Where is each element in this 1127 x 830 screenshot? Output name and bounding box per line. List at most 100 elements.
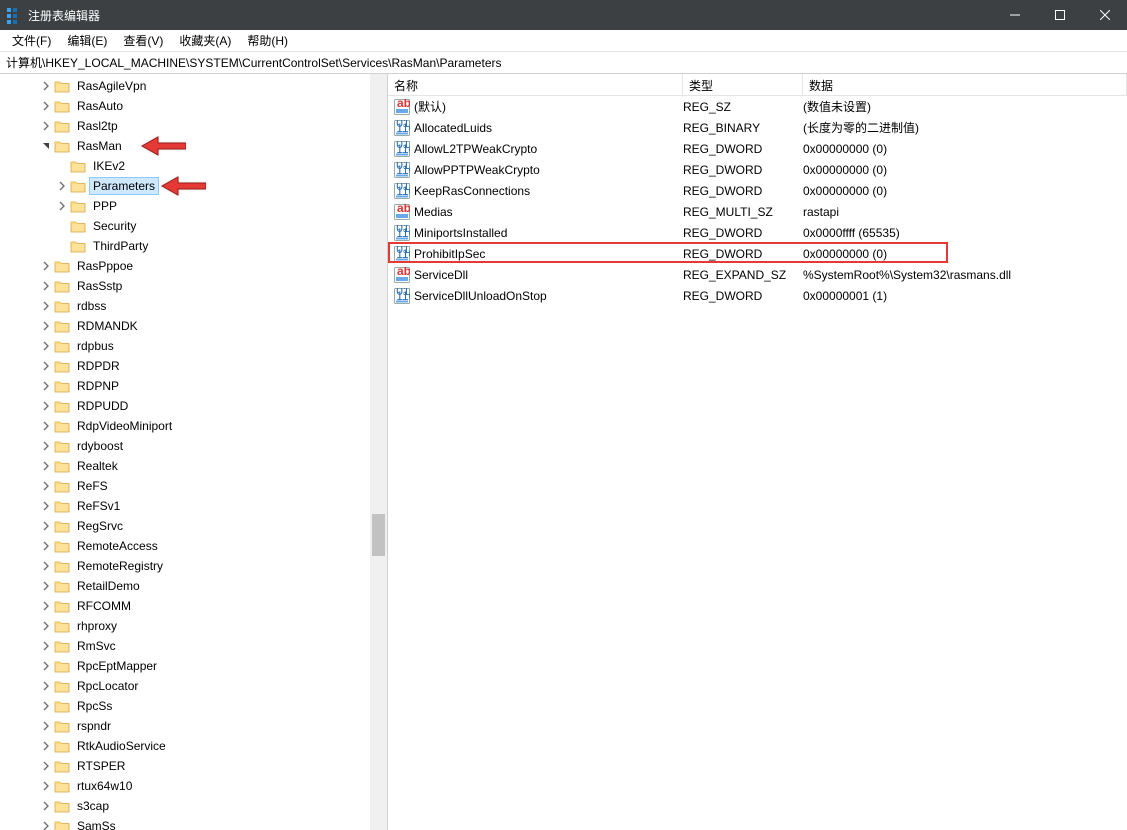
expand-icon[interactable] <box>38 278 54 294</box>
expand-icon[interactable] <box>38 798 54 814</box>
expand-icon[interactable] <box>38 658 54 674</box>
tree-item-regsrvc[interactable]: RegSrvc <box>0 516 387 536</box>
tree-item-rfcomm[interactable]: RFCOMM <box>0 596 387 616</box>
expand-icon[interactable] <box>38 598 54 614</box>
expand-icon[interactable] <box>38 638 54 654</box>
maximize-button[interactable] <box>1037 0 1082 30</box>
expand-icon[interactable] <box>38 538 54 554</box>
expand-icon[interactable] <box>38 298 54 314</box>
tree-item-rdyboost[interactable]: rdyboost <box>0 436 387 456</box>
tree-item-remoteaccess[interactable]: RemoteAccess <box>0 536 387 556</box>
tree-item-rdpbus[interactable]: rdpbus <box>0 336 387 356</box>
tree-item-rdbss[interactable]: rdbss <box>0 296 387 316</box>
tree-item-rdpdr[interactable]: RDPDR <box>0 356 387 376</box>
menu-edit[interactable]: 编辑(E) <box>59 30 115 51</box>
tree-item-realtek[interactable]: Realtek <box>0 456 387 476</box>
tree-item-rhproxy[interactable]: rhproxy <box>0 616 387 636</box>
menu-help[interactable]: 帮助(H) <box>239 30 296 51</box>
tree-item-rtsper[interactable]: RTSPER <box>0 756 387 776</box>
col-name[interactable]: 名称 <box>388 74 683 95</box>
tree-item-s3cap[interactable]: s3cap <box>0 796 387 816</box>
value-row[interactable]: ProhibitIpSecREG_DWORD0x00000000 (0) <box>388 243 1127 264</box>
expand-icon[interactable] <box>38 418 54 434</box>
expand-icon[interactable] <box>54 198 70 214</box>
registry-tree[interactable]: RasAgileVpnRasAutoRasl2tpRasManIKEv2Para… <box>0 74 387 830</box>
tree-scrollbar[interactable] <box>370 74 387 830</box>
expand-icon[interactable] <box>38 78 54 94</box>
value-type: REG_BINARY <box>681 121 801 135</box>
expand-icon[interactable] <box>38 478 54 494</box>
tree-item-rasauto[interactable]: RasAuto <box>0 96 387 116</box>
values-list[interactable]: (默认)REG_SZ(数值未设置)AllocatedLuidsREG_BINAR… <box>388 96 1127 830</box>
expand-icon[interactable] <box>38 258 54 274</box>
expand-icon[interactable] <box>54 178 70 194</box>
expand-icon[interactable] <box>38 718 54 734</box>
tree-item-security[interactable]: Security <box>0 216 387 236</box>
value-row[interactable]: AllowPPTPWeakCryptoREG_DWORD0x00000000 (… <box>388 159 1127 180</box>
tree-item-rdpudd[interactable]: RDPUDD <box>0 396 387 416</box>
tree-item-rspndr[interactable]: rspndr <box>0 716 387 736</box>
value-row[interactable]: MediasREG_MULTI_SZrastapi <box>388 201 1127 222</box>
expand-icon[interactable] <box>38 518 54 534</box>
value-row[interactable]: AllocatedLuidsREG_BINARY(长度为零的二进制值) <box>388 117 1127 138</box>
expand-icon[interactable] <box>38 618 54 634</box>
expand-icon[interactable] <box>38 398 54 414</box>
expand-icon[interactable] <box>38 98 54 114</box>
close-button[interactable] <box>1082 0 1127 30</box>
expand-icon[interactable] <box>38 698 54 714</box>
scrollbar-thumb[interactable] <box>372 514 385 556</box>
col-data[interactable]: 数据 <box>803 74 1127 95</box>
value-row[interactable]: MiniportsInstalledREG_DWORD0x0000ffff (6… <box>388 222 1127 243</box>
tree-item-rtux64w10[interactable]: rtux64w10 <box>0 776 387 796</box>
tree-item-samss[interactable]: SamSs <box>0 816 387 830</box>
expand-icon[interactable] <box>38 358 54 374</box>
expand-icon[interactable] <box>38 558 54 574</box>
tree-item-rtkaudioservice[interactable]: RtkAudioService <box>0 736 387 756</box>
expand-icon[interactable] <box>38 138 54 154</box>
menu-favorites[interactable]: 收藏夹(A) <box>171 30 239 51</box>
tree-item-rpclocator[interactable]: RpcLocator <box>0 676 387 696</box>
expand-icon[interactable] <box>38 818 54 830</box>
tree-item-remoteregistry[interactable]: RemoteRegistry <box>0 556 387 576</box>
value-row[interactable]: ServiceDllUnloadOnStopREG_DWORD0x0000000… <box>388 285 1127 306</box>
tree-item-rasman[interactable]: RasMan <box>0 136 387 156</box>
tree-item-rdpnp[interactable]: RDPNP <box>0 376 387 396</box>
tree-item-refs[interactable]: ReFS <box>0 476 387 496</box>
tree-item-refsv1[interactable]: ReFSv1 <box>0 496 387 516</box>
expand-icon[interactable] <box>38 758 54 774</box>
tree-item-parameters[interactable]: Parameters <box>0 176 387 196</box>
menu-view[interactable]: 查看(V) <box>115 30 171 51</box>
expand-icon[interactable] <box>38 438 54 454</box>
value-row[interactable]: (默认)REG_SZ(数值未设置) <box>388 96 1127 117</box>
address-bar[interactable]: 计算机\HKEY_LOCAL_MACHINE\SYSTEM\CurrentCon… <box>0 52 1127 74</box>
value-row[interactable]: AllowL2TPWeakCryptoREG_DWORD0x00000000 (… <box>388 138 1127 159</box>
tree-item-rasagilevpn[interactable]: RasAgileVpn <box>0 76 387 96</box>
tree-item-raspppoe[interactable]: RasPppoe <box>0 256 387 276</box>
expand-icon[interactable] <box>38 318 54 334</box>
expand-icon[interactable] <box>38 498 54 514</box>
tree-item-ikev2[interactable]: IKEv2 <box>0 156 387 176</box>
expand-icon[interactable] <box>38 778 54 794</box>
value-row[interactable]: ServiceDllREG_EXPAND_SZ%SystemRoot%\Syst… <box>388 264 1127 285</box>
tree-item-rassstp[interactable]: RasSstp <box>0 276 387 296</box>
expand-icon[interactable] <box>38 458 54 474</box>
tree-item-rasl2tp[interactable]: Rasl2tp <box>0 116 387 136</box>
tree-item-rpcss[interactable]: RpcSs <box>0 696 387 716</box>
tree-item-rdpvideominiport[interactable]: RdpVideoMiniport <box>0 416 387 436</box>
tree-item-rpceptmapper[interactable]: RpcEptMapper <box>0 656 387 676</box>
expand-icon[interactable] <box>38 678 54 694</box>
menu-file[interactable]: 文件(F) <box>4 30 59 51</box>
expand-icon[interactable] <box>38 578 54 594</box>
expand-icon[interactable] <box>38 118 54 134</box>
tree-item-retaildemo[interactable]: RetailDemo <box>0 576 387 596</box>
tree-item-ppp[interactable]: PPP <box>0 196 387 216</box>
minimize-button[interactable] <box>992 0 1037 30</box>
tree-item-rdmandk[interactable]: RDMANDK <box>0 316 387 336</box>
expand-icon[interactable] <box>38 738 54 754</box>
value-row[interactable]: KeepRasConnectionsREG_DWORD0x00000000 (0… <box>388 180 1127 201</box>
col-type[interactable]: 类型 <box>683 74 803 95</box>
tree-item-rmsvc[interactable]: RmSvc <box>0 636 387 656</box>
expand-icon[interactable] <box>38 338 54 354</box>
expand-icon[interactable] <box>38 378 54 394</box>
tree-item-thirdparty[interactable]: ThirdParty <box>0 236 387 256</box>
